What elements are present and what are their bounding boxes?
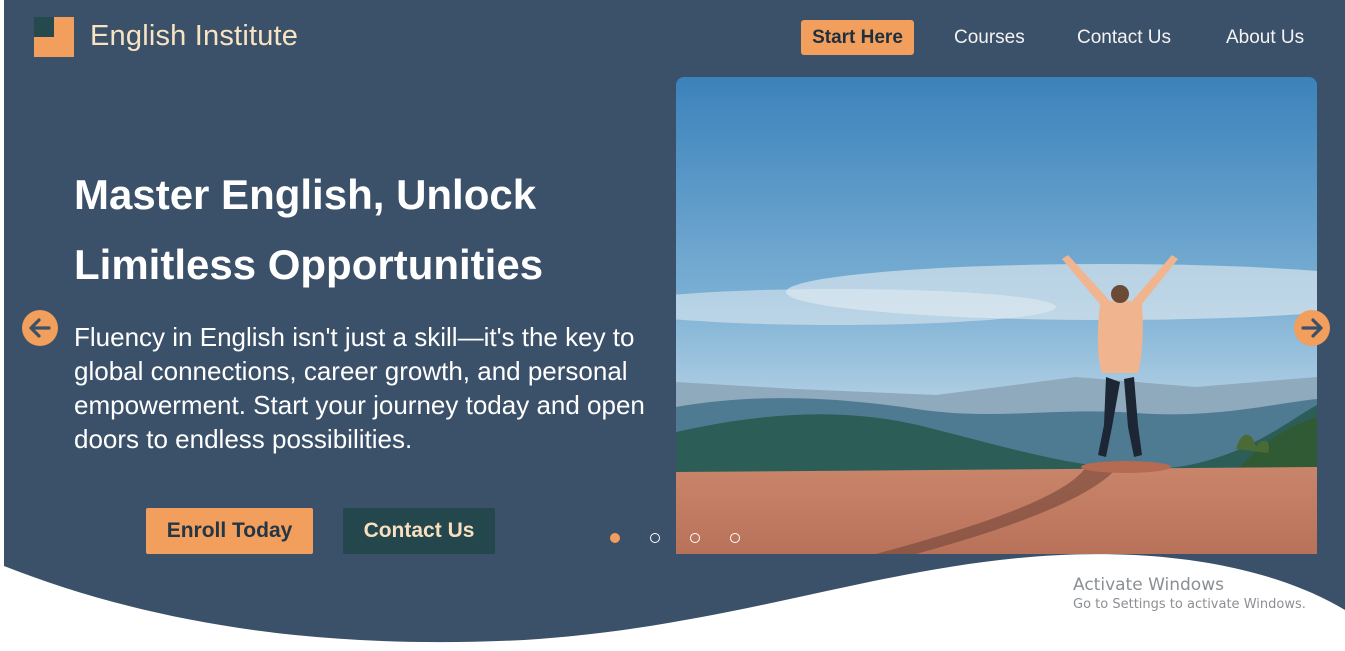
arrow-right-icon <box>1301 318 1323 338</box>
nav-courses[interactable]: Courses <box>954 20 1025 55</box>
carousel-dot[interactable] <box>690 533 700 543</box>
carousel-dot[interactable] <box>730 533 740 543</box>
nav-contact-us[interactable]: Contact Us <box>1077 20 1171 55</box>
watermark-title: Activate Windows <box>1073 575 1224 595</box>
carousel-dot[interactable] <box>610 533 620 543</box>
contact-us-button[interactable]: Contact Us <box>343 508 495 554</box>
enroll-today-button[interactable]: Enroll Today <box>146 508 313 554</box>
hero-section: English Institute Start Here Courses Con… <box>4 0 1345 648</box>
nav-about-us[interactable]: About Us <box>1226 20 1304 55</box>
carousel-prev-button[interactable] <box>22 310 58 346</box>
arrow-left-icon <box>29 318 51 338</box>
main-nav: Start Here Courses Contact Us About Us <box>4 20 1345 56</box>
nav-start-here[interactable]: Start Here <box>801 20 914 55</box>
hero-image <box>676 77 1317 554</box>
hero-subtext: Fluency in English isn't just a skill—it… <box>74 322 645 454</box>
carousel-next-button[interactable] <box>1294 310 1330 346</box>
watermark-subtitle: Go to Settings to activate Windows. <box>1073 597 1306 612</box>
carousel-dot[interactable] <box>650 533 660 543</box>
activate-windows-watermark: Activate Windows Go to Settings to activ… <box>1073 574 1306 614</box>
hero-headline: Master English, Unlock Limitless Opportu… <box>74 171 544 288</box>
